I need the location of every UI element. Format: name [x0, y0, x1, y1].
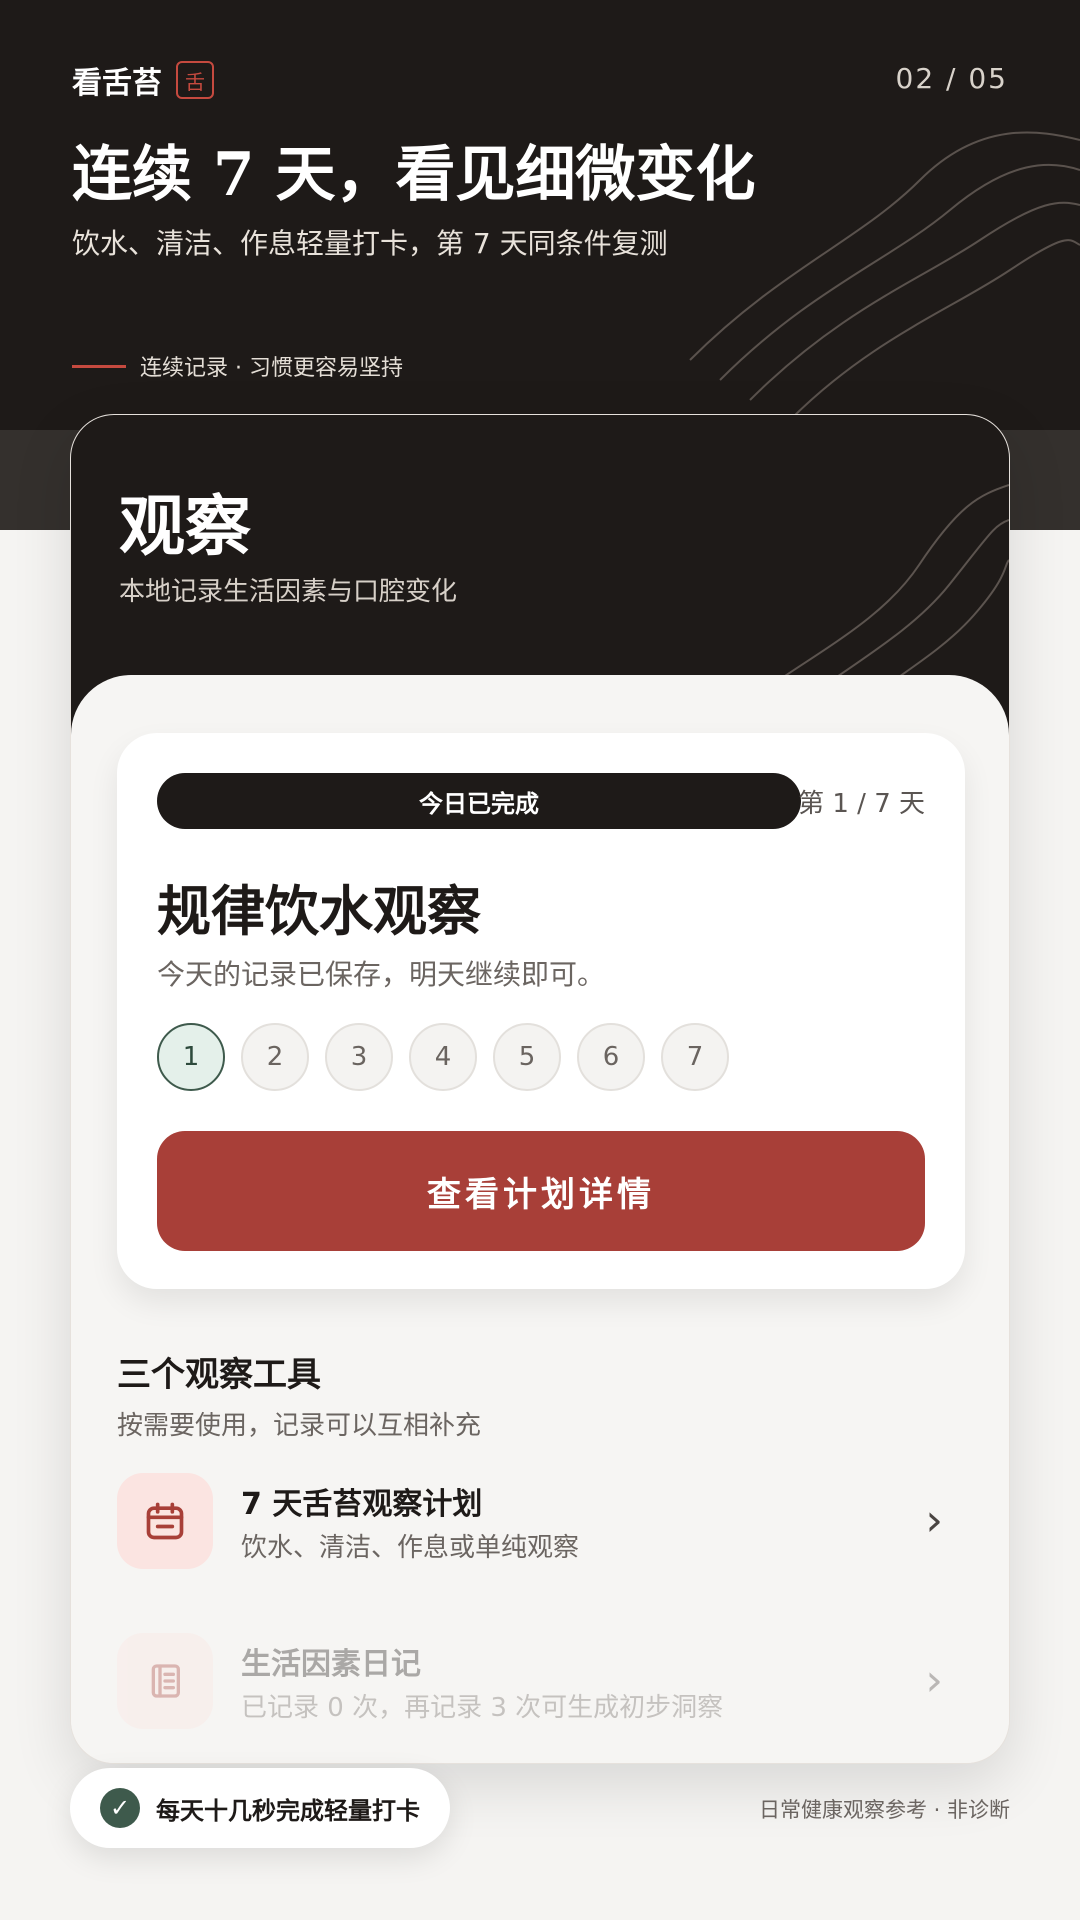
tool-description: 饮水、清洁、作息或单纯观察	[241, 1533, 580, 1563]
brand: 看舌苔 舌	[72, 58, 214, 102]
tool-title: 生活因素日记	[241, 1647, 421, 1682]
brand-name: 看舌苔	[72, 66, 162, 101]
tagline-text: 连续记录 · 习惯更容易坚持	[140, 356, 403, 381]
chevron-right-icon: ›	[925, 1495, 943, 1546]
plan-title: 规律饮水观察	[157, 879, 481, 943]
tool-description: 已记录 0 次，再记录 3 次可生成初步洞察	[241, 1693, 724, 1723]
day-dot[interactable]: 1	[157, 1023, 225, 1091]
check-icon: ✓	[100, 1788, 140, 1828]
tagline-rule	[72, 364, 126, 368]
day-dot[interactable]: 6	[577, 1023, 645, 1091]
disclaimer: 日常健康观察参考 · 非诊断	[758, 1798, 1010, 1822]
tool-item-lifestyle-diary[interactable]: 生活因素日记 已记录 0 次，再记录 3 次可生成初步洞察 ›	[117, 1633, 965, 1733]
plan-note: 今天的记录已保存，明天继续即可。	[157, 958, 606, 991]
day-dot[interactable]: 5	[493, 1023, 561, 1091]
screen-title: 观察	[119, 487, 251, 565]
calendar-icon	[117, 1473, 213, 1569]
status-badge: 今日已完成	[157, 773, 801, 829]
brand-seal-icon: 舌	[176, 61, 214, 99]
day-dot[interactable]: 7	[661, 1023, 729, 1091]
phone-mockup: 观察 本地记录生活因素与口腔变化 今日已完成 第 1 / 7 天 规律饮水观察 …	[70, 414, 1010, 1764]
view-plan-details-button[interactable]: 查看计划详情	[157, 1131, 925, 1251]
tools-section-subtitle: 按需要使用，记录可以互相补充	[117, 1411, 482, 1441]
day-dot[interactable]: 3	[325, 1023, 393, 1091]
tool-item-observation-plan[interactable]: 7 天舌苔观察计划 饮水、清洁、作息或单纯观察 ›	[117, 1473, 965, 1573]
tools-section-title: 三个观察工具	[117, 1355, 321, 1395]
badge-text: 每天十几秒完成轻量打卡	[156, 1796, 420, 1825]
chevron-right-icon: ›	[925, 1655, 943, 1706]
page-headline: 连续 7 天，看见细微变化	[72, 140, 756, 210]
day-tracker: 1 2 3 4 5 6 7	[157, 1023, 729, 1091]
page-counter: 02 / 05	[895, 62, 1008, 95]
daily-checkin-badge: ✓ 每天十几秒完成轻量打卡	[70, 1768, 450, 1848]
plan-card: 今日已完成 第 1 / 7 天 规律饮水观察 今天的记录已保存，明天继续即可。 …	[117, 733, 965, 1289]
day-dot[interactable]: 2	[241, 1023, 309, 1091]
screen-subtitle: 本地记录生活因素与口腔变化	[119, 577, 458, 607]
tool-title: 7 天舌苔观察计划	[241, 1487, 483, 1522]
notebook-icon	[117, 1633, 213, 1729]
day-dot[interactable]: 4	[409, 1023, 477, 1091]
tagline: 连续记录 · 习惯更容易坚持	[72, 350, 403, 382]
page-subline: 饮水、清洁、作息轻量打卡，第 7 天同条件复测	[72, 227, 668, 260]
day-counter: 第 1 / 7 天	[798, 789, 925, 819]
hero-header: 看舌苔 舌 02 / 05 连续 7 天，看见细微变化 饮水、清洁、作息轻量打卡…	[0, 0, 1080, 430]
